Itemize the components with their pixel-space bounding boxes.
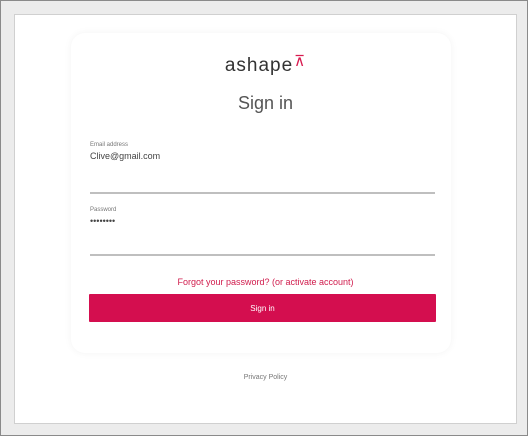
email-input[interactable]: Clive@gmail.com: [90, 151, 435, 161]
email-field[interactable]: Email address Clive@gmail.com: [90, 142, 435, 195]
password-input[interactable]: ••••••••: [90, 216, 435, 226]
page-title: Sign in: [237, 93, 294, 113]
password-field[interactable]: Password ••••••••: [90, 207, 435, 257]
brand-mark-icon: ⊼: [294, 53, 307, 70]
brand-logo: ashape⊼: [15, 53, 516, 77]
password-label: Password: [90, 207, 117, 213]
email-label: Email address: [90, 142, 129, 148]
sign-in-button[interactable]: Sign in: [89, 294, 436, 322]
brand-name: ashape: [224, 55, 294, 76]
email-underline: [90, 192, 435, 194]
privacy-policy-link[interactable]: Privacy Policy: [15, 374, 516, 381]
login-page: ashape⊼ Sign in Email address Clive@gmai…: [14, 14, 517, 424]
window-frame: ashape⊼ Sign in Email address Clive@gmai…: [0, 0, 528, 436]
forgot-password-link[interactable]: Forgot your password? (or activate accou…: [15, 277, 516, 287]
password-underline: [90, 254, 435, 256]
